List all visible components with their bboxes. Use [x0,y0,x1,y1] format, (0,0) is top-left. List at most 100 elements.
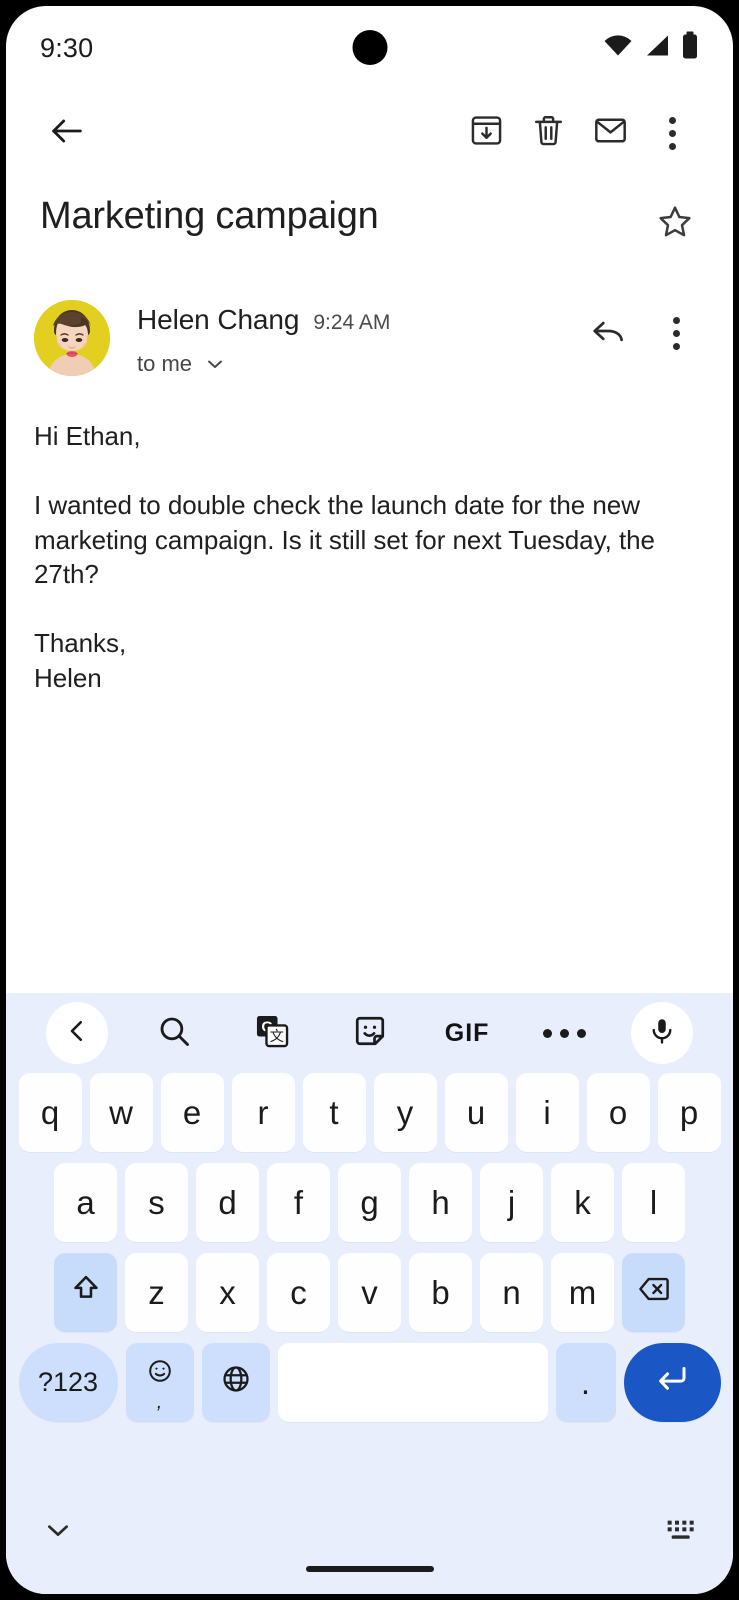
switch-keyboard-icon [665,1516,697,1549]
keyboard-sticker-button[interactable] [321,1002,419,1064]
star-button[interactable] [645,194,705,254]
keyboard-keys: q w e r t y u i o p a s d f g h j k l z … [6,1073,733,1433]
star-icon [655,202,695,247]
email-toolbar [6,90,733,176]
key-n[interactable]: n [480,1253,543,1332]
microphone-icon [647,1016,677,1051]
keyboard-toolbar: G 文 [6,993,733,1073]
key-r[interactable]: r [231,1073,295,1152]
phone-screen: 9:30 Marketing campaign Helen Chang 9:24… [6,6,733,1594]
more-options-icon [543,1028,587,1038]
keyboard-gif-button[interactable]: GIF [418,1002,516,1064]
space-key[interactable] [277,1343,548,1422]
more-options-icon [672,316,680,350]
keyboard-row-2: a s d f g h j k l [12,1163,727,1242]
key-m[interactable]: m [551,1253,614,1332]
email-time: 9:24 AM [313,311,391,334]
sender-name: Helen Chang [137,304,300,335]
recipients-toggle[interactable]: to me [137,351,579,377]
wifi-icon [603,34,633,63]
key-y[interactable]: y [373,1073,437,1152]
keyboard-search-button[interactable] [126,1002,224,1064]
reply-button[interactable] [579,304,637,362]
key-a[interactable]: a [54,1163,117,1242]
period-key[interactable]: . [555,1343,616,1422]
svg-text:文: 文 [270,1028,284,1045]
key-s[interactable]: s [125,1163,188,1242]
status-time: 9:30 [40,32,94,63]
emoji-icon [146,1355,174,1393]
sender-actions [579,300,705,362]
switch-keyboard-button[interactable] [653,1504,709,1560]
keyboard-row-1: q w e r t y u i o p [12,1073,727,1152]
key-o[interactable]: o [586,1073,650,1152]
keyboard-back-button[interactable] [28,1002,126,1064]
key-j[interactable]: j [480,1163,543,1242]
keyboard-row-4: ?123 , . [12,1343,727,1422]
mark-unread-icon [592,112,629,154]
backspace-key[interactable] [622,1253,685,1332]
key-f[interactable]: f [267,1163,330,1242]
delete-icon [530,112,567,154]
key-b[interactable]: b [409,1253,472,1332]
archive-button[interactable] [455,102,517,164]
keyboard-translate-button[interactable]: G 文 [223,1002,321,1064]
key-l[interactable]: l [622,1163,685,1242]
key-h[interactable]: h [409,1163,472,1242]
translate-icon: G 文 [253,1012,291,1055]
key-d[interactable]: d [196,1163,259,1242]
home-indicator[interactable] [305,1566,434,1572]
backspace-icon [636,1272,672,1314]
key-g[interactable]: g [338,1163,401,1242]
mark-unread-button[interactable] [579,102,641,164]
symbols-key[interactable]: ?123 [18,1343,118,1422]
sender-meta: Helen Chang 9:24 AM to me [110,300,579,377]
key-w[interactable]: w [89,1073,153,1152]
keyboard-nav-bar [6,1433,733,1594]
key-t[interactable]: t [302,1073,366,1152]
status-bar: 9:30 [6,6,733,90]
virtual-keyboard: G 文 [6,993,733,1594]
keyboard-mic-button[interactable] [613,1002,711,1064]
more-options-button[interactable] [641,102,703,164]
chevron-down-icon [203,352,227,376]
battery-icon [681,31,699,65]
status-icons [603,31,699,65]
key-v[interactable]: v [338,1253,401,1332]
key-e[interactable]: e [160,1073,224,1152]
key-q[interactable]: q [18,1073,82,1152]
back-arrow-icon [47,111,87,156]
subject-row: Marketing campaign [6,176,733,254]
keyboard-row-3: z x c v b n m [12,1253,727,1332]
sender-row: Helen Chang 9:24 AM to me [6,254,733,377]
enter-icon [654,1361,690,1405]
sticker-icon [352,1013,388,1054]
language-switch-key[interactable] [201,1343,270,1422]
key-z[interactable]: z [125,1253,188,1332]
back-button[interactable] [36,102,98,164]
avatar[interactable] [34,300,110,376]
archive-icon [468,112,505,154]
enter-key[interactable] [623,1343,721,1422]
hide-keyboard-icon [42,1514,74,1551]
key-k[interactable]: k [551,1163,614,1242]
back-chevron-icon [62,1016,92,1051]
reply-arrow-icon [589,312,627,355]
message-more-options-button[interactable] [647,304,705,362]
key-p[interactable]: p [657,1073,721,1152]
phone-frame: 9:30 Marketing campaign Helen Chang 9:24… [0,0,739,1600]
delete-button[interactable] [517,102,579,164]
comma-label: , [156,1392,163,1413]
hide-keyboard-button[interactable] [30,1504,86,1560]
gif-icon: GIF [444,1018,490,1047]
key-x[interactable]: x [196,1253,259,1332]
keyboard-more-button[interactable] [516,1002,614,1064]
recipients-label: to me [137,351,193,376]
key-u[interactable]: u [444,1073,508,1152]
emoji-key[interactable]: , [125,1343,194,1422]
key-i[interactable]: i [515,1073,579,1152]
key-c[interactable]: c [267,1253,330,1332]
shift-key[interactable] [54,1253,117,1332]
email-body: Hi Ethan, I wanted to double check the l… [34,421,655,693]
language-switch-icon [220,1363,252,1403]
